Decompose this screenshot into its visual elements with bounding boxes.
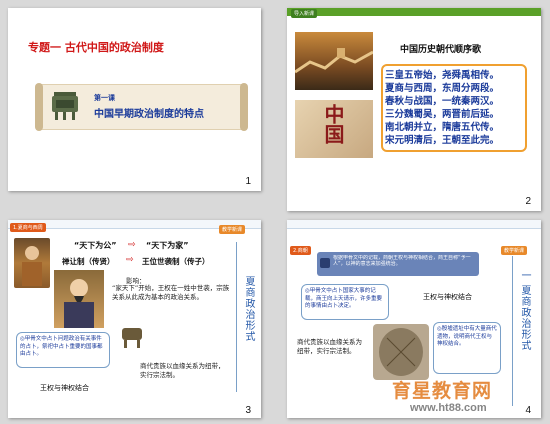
side-title: 一 夏商政治形式: [519, 270, 530, 352]
influence-text: “家天下”开始，王权在一姓中世袭，宗族关系从此成为基本的政治关系。: [112, 284, 230, 301]
side-rule: [512, 256, 513, 406]
bronze-vessel-image: [48, 88, 82, 122]
slide-header-bar: [287, 220, 541, 229]
note-text: ◎甲骨文中占卜国家大事的记载，商王向上天请示，许多重要的事情由占卜决定。: [305, 288, 383, 309]
line1-b: “天下为家”: [146, 241, 189, 250]
lesson-label: 第一课: [94, 94, 115, 102]
note-box-left: ◎甲骨文中占卜问题政治有关事件的占卜，祭祀中占卜重要的国事都由占卜。: [16, 332, 110, 368]
china-calligraphy-image: 中国: [295, 100, 373, 158]
slide-thumbnail-1[interactable]: 专题一 古代中国的政治制度 第一课 中国早期政治制度的特点 1: [8, 8, 261, 191]
scroll-right-roll: [240, 83, 248, 131]
arrow-icon: ⇨: [126, 255, 134, 265]
poem-heading: 中国历史朝代顺序歌: [400, 45, 482, 55]
section-tag: 2.商朝: [290, 246, 311, 255]
slide-number: 4: [525, 405, 531, 416]
emperor-portrait: [14, 238, 50, 288]
slide-number: 3: [245, 405, 251, 416]
slide-header-bar: [287, 8, 541, 16]
line2-a: 禅让制（传贤）: [62, 257, 115, 266]
arrow-icon: ⇨: [128, 240, 136, 250]
scholar-portrait: [54, 270, 104, 328]
bronze-ding-image: [118, 326, 146, 350]
banner-icon: [320, 258, 330, 268]
poem-line: 夏商与西周，东周分两段。: [385, 83, 500, 94]
poem-line: 南北朝并立，隋唐五代传。: [385, 122, 500, 133]
intro-tag: 导入新课: [291, 9, 318, 18]
line1-a: “天下为公”: [74, 241, 117, 250]
slide-thumbnail-3[interactable]: 1.夏商与西周 教学新课 “天下为公” ⇨ “天下为家” 禅让制（传贤） ⇨ 王…: [8, 220, 261, 418]
note-text: ◎殷墟遗址中有大量商代遗物，说明商代王权与神权结合。: [437, 326, 497, 347]
side-title: 夏商政治形式: [243, 276, 254, 342]
slide-number: 2: [525, 196, 531, 207]
note-right: 商代贵族以血缘关系为纽带，实行宗法制。: [140, 362, 225, 379]
line2-b: 王位世袭制（传子）: [142, 257, 210, 266]
poem-line: 三皇五帝始，尧舜禹相传。: [385, 70, 500, 81]
slide-number: 1: [245, 176, 251, 187]
lesson-title: 中国早期政治制度的特点: [94, 109, 204, 120]
tortoise-shell-image: [373, 324, 429, 380]
poem-box: 三皇五帝始，尧舜禹相传。 夏商与西周，东周分两段。 春秋与战国，一统秦两汉。 三…: [381, 64, 527, 152]
poem-line: 三分魏蜀吴，两晋前后延。: [385, 109, 500, 120]
corner-tag: 教学新课: [218, 225, 245, 234]
calligraphy-text: 中国: [321, 104, 345, 144]
note-box-c: ◎殷墟遗址中有大量商代遗物，说明商代王权与神权结合。: [433, 322, 501, 374]
corner-tag: 教学新课: [500, 246, 527, 255]
banner-box: 根据甲骨文中的记载，商朝王权与神权相结合，商王自称“予一人”，以神的意志来加强统…: [317, 252, 479, 276]
banner-text: 根据甲骨文中的记载，商朝王权与神权相结合，商王自称“予一人”，以神的意志来加强统…: [333, 255, 471, 267]
side-rule: [236, 242, 237, 392]
great-wall-image: [294, 32, 374, 90]
poem-line: 宋元明清后，王朝至此完。: [385, 135, 500, 146]
note-b: 商代贵族以血缘关系为纽带，实行宗法制。: [297, 338, 362, 355]
watermark-logo: 育星教育网: [392, 380, 493, 402]
bottom-label: 王权与神权结合: [40, 384, 89, 392]
slide-thumbnail-2[interactable]: 导入新课 中国 中国历史朝代顺序歌 三皇五帝始，尧舜禹相传。 夏商与西周，东周分…: [287, 8, 541, 211]
note-box-a: ◎甲骨文中占卜国家大事的记载，商王向上天请示，许多重要的事情由占卜决定。: [301, 284, 389, 320]
section-tag: 1.夏商与西周: [10, 223, 46, 232]
note-text: ◎甲骨文中占卜问题政治有关事件的占卜，祭祀中占卜重要的国事都由占卜。: [20, 336, 103, 357]
scroll-left-roll: [35, 83, 43, 131]
label-a: 王权与神权结合: [423, 293, 472, 301]
poem-line: 春秋与战国，一统秦两汉。: [385, 96, 500, 107]
slide1-title: 专题一 古代中国的政治制度: [28, 41, 164, 54]
watermark-url: www.ht88.com: [410, 402, 487, 414]
